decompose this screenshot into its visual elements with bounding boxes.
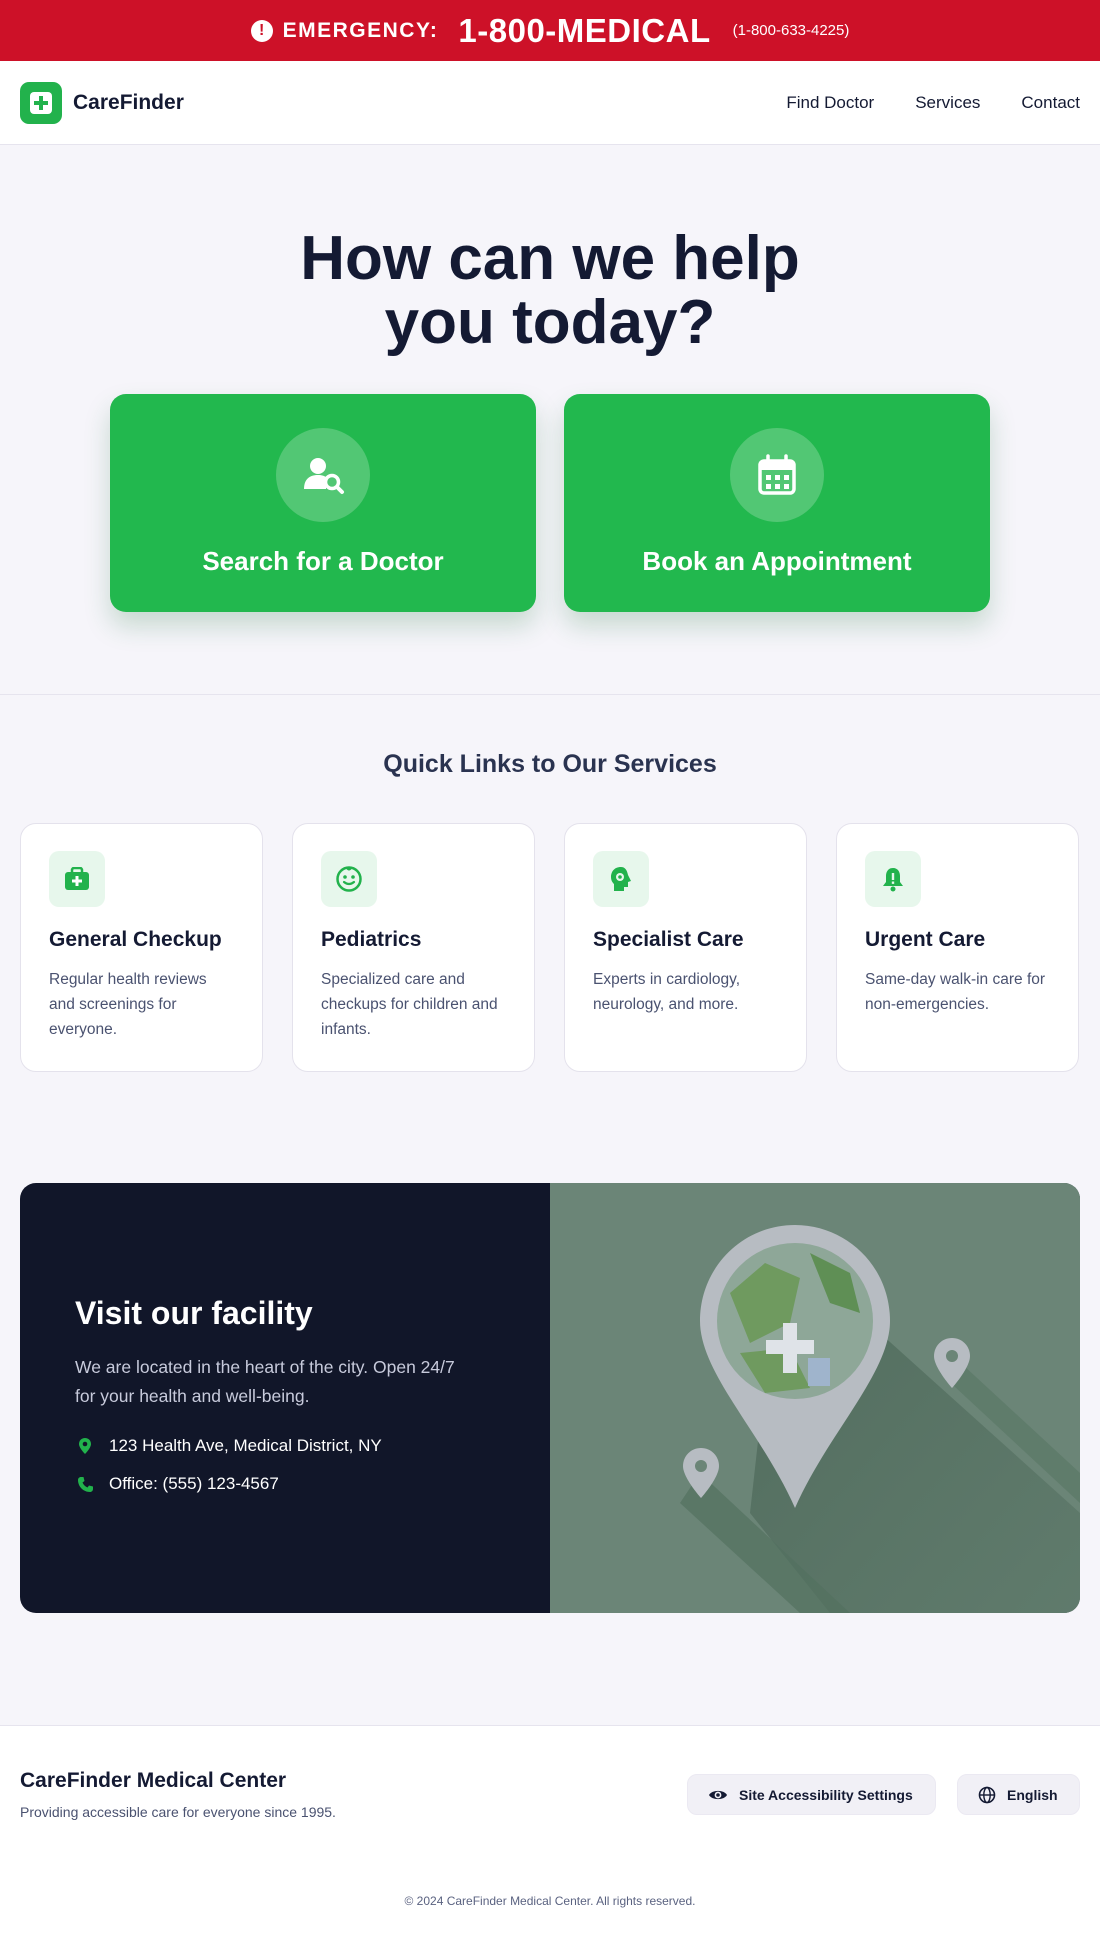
emergency-number-link[interactable]: 1-800-MEDICAL <box>458 12 710 50</box>
service-title: Specialist Care <box>593 928 744 951</box>
nav-find-doctor[interactable]: Find Doctor <box>786 93 874 113</box>
search-doctor-button[interactable]: Search for a Doctor <box>110 394 536 612</box>
facility-phone[interactable]: Office: (555) 123-4567 <box>75 1474 279 1494</box>
page-title: How can we help you today? <box>300 224 800 357</box>
service-desc: Specialized care and checkups for childr… <box>321 971 498 1038</box>
language-button[interactable]: English <box>957 1774 1080 1815</box>
emergency-label: EMERGENCY: <box>282 18 439 42</box>
site-header: CareFinder Find Doctor Services Contact <box>0 61 1100 145</box>
map-illustration <box>550 1183 1080 1613</box>
service-card-general-checkup[interactable]: General Checkup Regular health reviews a… <box>20 823 263 1072</box>
site-footer: CareFinder Medical Center Providing acce… <box>0 1725 1100 1949</box>
nav-services[interactable]: Services <box>915 93 980 113</box>
bell-alert-icon <box>865 851 921 907</box>
copyright: © 2024 CareFinder Medical Center. All ri… <box>404 1894 696 1908</box>
facility-desc: We are located in the heart of the city.… <box>75 1357 455 1406</box>
footer-org-name: CareFinder Medical Center <box>20 1769 287 1792</box>
emergency-alt-number: (1-800-633-4225) <box>732 22 850 39</box>
book-appointment-label: Book an Appointment <box>642 546 912 576</box>
map-pin-icon <box>75 1437 95 1455</box>
service-desc: Regular health reviews and screenings fo… <box>49 971 207 1038</box>
hero-section: How can we help you today? Search for a … <box>0 145 1100 695</box>
footer-tagline: Providing accessible care for everyone s… <box>20 1804 336 1820</box>
services-heading: Quick Links to Our Services <box>383 750 717 778</box>
address-text: 123 Health Ave, Medical District, NY <box>109 1436 382 1455</box>
service-title: Urgent Care <box>865 928 986 951</box>
facility-map-image <box>550 1183 1080 1613</box>
facility-title: Visit our facility <box>75 1295 313 1331</box>
accessibility-label: Site Accessibility Settings <box>739 1786 913 1803</box>
search-doctor-label: Search for a Doctor <box>202 546 444 576</box>
alert-icon: ! <box>250 19 273 42</box>
phone-text: Office: (555) 123-4567 <box>109 1474 279 1493</box>
service-title: General Checkup <box>49 928 222 951</box>
head-gear-icon <box>593 851 649 907</box>
main-nav: Find Doctor Services Contact <box>786 93 1080 113</box>
service-card-specialist-care[interactable]: Specialist Care Experts in cardiology, n… <box>564 823 807 1072</box>
service-card-pediatrics[interactable]: Pediatrics Specialized care and checkups… <box>292 823 535 1072</box>
nav-contact[interactable]: Contact <box>1021 93 1080 113</box>
emergency-bar: ! EMERGENCY: 1-800-MEDICAL (1-800-633-42… <box>0 0 1100 61</box>
facility-section: Visit our facility We are located in the… <box>20 1183 1080 1613</box>
accessibility-settings-button[interactable]: Site Accessibility Settings <box>687 1774 936 1815</box>
brand-name: CareFinder <box>73 90 184 114</box>
globe-icon <box>978 1786 996 1804</box>
user-search-icon <box>276 428 370 522</box>
baby-face-icon <box>321 851 377 907</box>
book-appointment-button[interactable]: Book an Appointment <box>564 394 990 612</box>
service-title: Pediatrics <box>321 928 422 951</box>
medical-plus-icon <box>20 81 62 124</box>
phone-icon <box>75 1476 95 1493</box>
language-label: English <box>1007 1786 1058 1803</box>
service-desc: Same-day walk-in care for non-emergencie… <box>865 971 1046 1013</box>
service-desc: Experts in cardiology, neurology, and mo… <box>593 971 741 1013</box>
calendar-icon <box>730 428 824 522</box>
medkit-icon <box>49 851 105 907</box>
service-card-urgent-care[interactable]: Urgent Care Same-day walk-in care for no… <box>836 823 1079 1072</box>
facility-address: 123 Health Ave, Medical District, NY <box>75 1436 382 1456</box>
facility-info: Visit our facility We are located in the… <box>20 1183 550 1613</box>
eye-icon <box>708 1788 728 1802</box>
logo-link[interactable]: CareFinder <box>20 81 184 124</box>
